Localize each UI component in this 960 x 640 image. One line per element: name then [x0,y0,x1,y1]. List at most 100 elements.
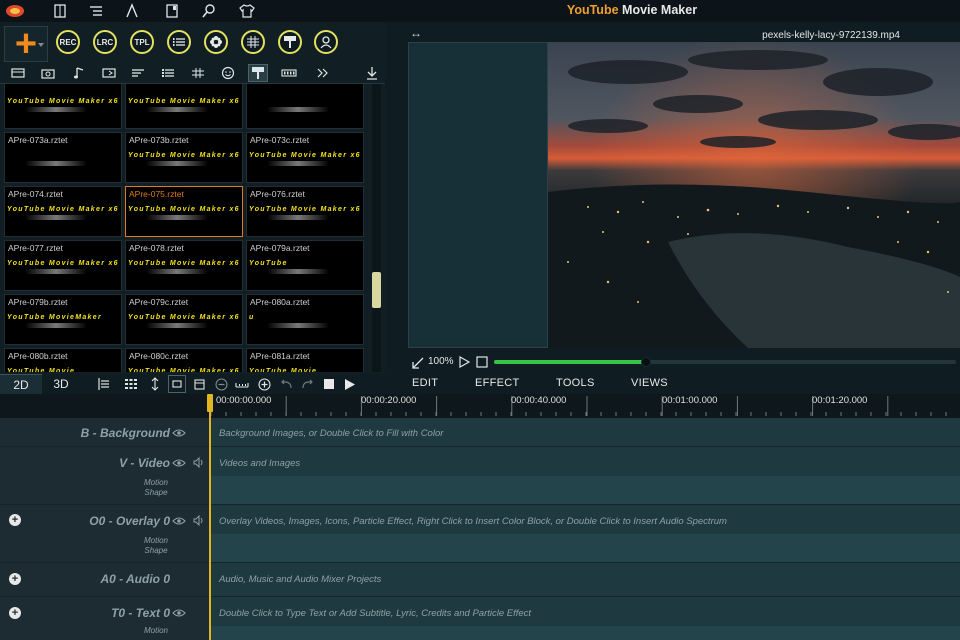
zoom-in-icon[interactable] [255,375,273,393]
tab-2d[interactable]: 2D [0,374,42,394]
app-title: YouTube Movie Maker [566,3,698,17]
grid-icon[interactable] [122,375,140,393]
template-tile[interactable]: APre-080b.rztet YouTube Movie [4,348,122,372]
timeline-ruler[interactable]: 00:00:00.000 00:00:20.000 00:00:40.000 0… [0,394,960,418]
redo-icon[interactable] [298,375,316,393]
progress-track[interactable] [494,357,956,367]
menu-tools[interactable]: TOOLS [556,377,595,389]
film-icon[interactable] [8,64,28,82]
add-text-track-button[interactable]: + [9,607,21,619]
library-scrollbar-thumb[interactable] [372,272,381,308]
zoom-out-icon[interactable] [212,375,230,393]
lane-background[interactable]: Background Images, or Double Click to Fi… [219,428,443,439]
template-tile[interactable]: APre-079b.rztet YouTube MovieMaker [4,294,122,345]
vertical-resize-icon[interactable] [146,375,164,393]
rec-button[interactable]: REC [56,30,80,54]
zoom-level[interactable]: 100% [428,356,454,367]
list-icon[interactable] [158,64,178,82]
lane-video[interactable]: Videos and Images [219,458,300,469]
menu-effect[interactable]: EFFECT [475,377,520,389]
track-list-icon[interactable] [94,375,112,393]
track-sub-shape[interactable]: Shape [140,546,172,556]
music-icon[interactable] [69,64,89,82]
template-tile[interactable]: APre-080a.rztet u [246,294,364,345]
menu-edit[interactable]: EDIT [412,377,438,389]
template-tile[interactable]: APre-079c.rztet YouTube Movie Maker x6 [125,294,243,345]
add-overlay-track-button[interactable]: + [9,514,21,526]
play-icon[interactable] [341,375,359,393]
list-button[interactable] [167,30,191,54]
template-tile[interactable]: APre-073a.rztet [4,132,122,183]
add-media-button[interactable]: + [4,25,48,63]
emoji-icon[interactable] [218,64,238,82]
tab-3d[interactable]: 3D [42,374,80,394]
text-template-button[interactable] [278,30,302,54]
template-tile[interactable] [246,84,364,129]
menu-views[interactable]: VIEWS [631,377,668,389]
template-tile[interactable]: YouTube Movie Maker x6 [125,84,243,129]
effect-button[interactable] [204,30,228,54]
camera-icon[interactable] [38,64,58,82]
undo-icon[interactable] [277,375,295,393]
track-sub-motion[interactable]: Motion [140,536,172,546]
shrink-icon[interactable] [412,357,424,369]
lane-text[interactable]: Double Click to Type Text or Add Subtitl… [219,608,531,619]
ruler-label: 00:01:20.000 [812,395,868,406]
eye-icon[interactable] [172,516,186,526]
template-tile[interactable]: APre-077.rztet YouTube Movie Maker x6 [4,240,122,291]
music-button[interactable] [241,30,265,54]
eye-icon[interactable] [172,458,186,468]
text-motion-lane[interactable] [210,626,960,640]
track-sub-shape[interactable]: Shape [140,488,172,498]
chevron-down-icon[interactable] [38,43,44,47]
calendar-icon[interactable] [190,375,208,393]
preview-panel: ↔ pexels-kelly-lacy-9722139.mp4 100% [406,22,960,374]
track-sub-motion[interactable]: Motion [140,626,172,636]
spectrum-icon[interactable] [188,64,208,82]
template-tile-effect [267,215,329,220]
transition-icon[interactable] [99,64,119,82]
text-template-icon[interactable] [248,64,268,82]
template-tile[interactable]: APre-078.rztet YouTube Movie Maker x6 [125,240,243,291]
subtitle-icon[interactable] [128,64,148,82]
user-button[interactable] [314,30,338,54]
speaker-icon[interactable] [193,457,204,468]
expand-horizontal-icon[interactable]: ↔ [410,26,422,40]
template-tile[interactable]: APre-076.rztet YouTube Movie Maker x6 [246,186,364,237]
select-mode-icon[interactable] [168,375,186,393]
overlay-motion-lane[interactable] [210,534,960,562]
lrc-button[interactable]: LRC [93,30,117,54]
video-motion-lane[interactable] [210,476,960,504]
track-divider [0,562,960,563]
template-tile[interactable]: APre-079a.rztet YouTube [246,240,364,291]
zoom-fit-icon[interactable] [233,375,251,393]
track-sub-motion[interactable]: Motion [140,478,172,488]
playhead-handle[interactable] [207,394,213,412]
tpl-button[interactable]: TPL [130,30,154,54]
eye-icon[interactable] [172,608,186,618]
template-tile[interactable]: APre-080c.rztet YouTube Movie Maker x6 [125,348,243,372]
play-icon[interactable] [459,356,470,368]
template-tile[interactable]: APre-075.rztet YouTube Movie Maker x6 [125,186,243,237]
template-tile[interactable]: APre-073c.rztet YouTube Movie Maker x6 [246,132,364,183]
template-tile[interactable]: APre-081a.rztet YouTube Movie [246,348,364,372]
stop-icon[interactable] [476,356,488,368]
playhead[interactable] [209,394,211,640]
template-tile[interactable]: APre-073b.rztet YouTube Movie Maker x6 [125,132,243,183]
template-tile-name: APre-073a.rztet [8,135,68,145]
template-tile[interactable]: APre-074.rztet YouTube Movie Maker x6 [4,186,122,237]
progress-icon[interactable] [279,64,299,82]
stop-icon[interactable] [320,375,338,393]
preview-video-frame[interactable] [548,42,960,348]
library-scrollbar[interactable] [372,84,381,372]
more-icon[interactable] [313,64,333,82]
eye-icon[interactable] [172,428,186,438]
speaker-icon[interactable] [193,515,204,526]
download-icon[interactable] [362,64,382,82]
lane-audio[interactable]: Audio, Music and Audio Mixer Projects [219,574,381,585]
progress-knob[interactable] [641,357,651,367]
template-tile[interactable]: YouTube Movie Maker x6 [4,84,122,129]
add-audio-track-button[interactable]: + [9,573,21,585]
lane-overlay[interactable]: Overlay Videos, Images, Icons, Particle … [219,516,727,527]
user-icon [319,35,333,49]
